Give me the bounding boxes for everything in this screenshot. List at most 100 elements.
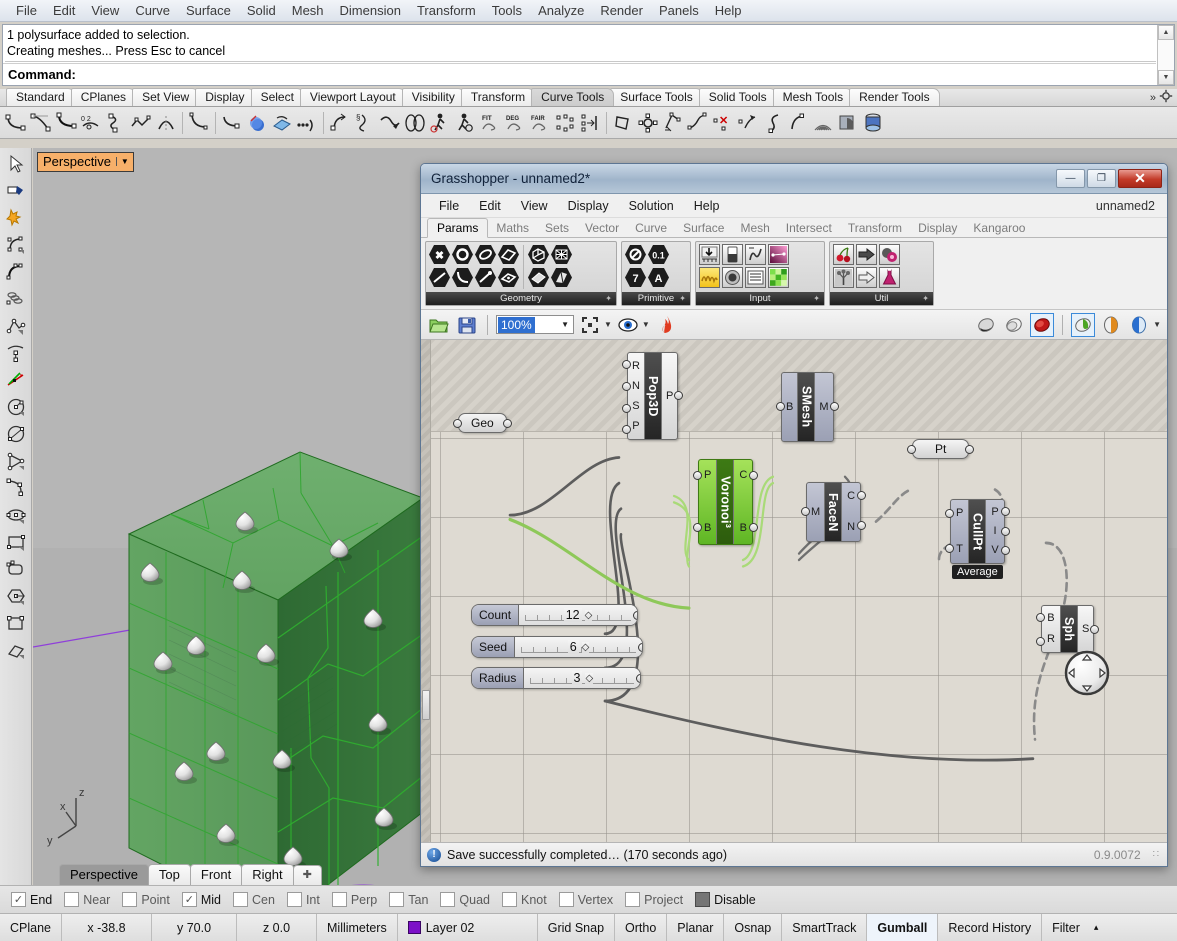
comp-group-expand-icon[interactable]: ✦ [605,294,612,303]
preview-eye-icon[interactable] [616,313,640,337]
close-button[interactable]: ✕ [1118,169,1162,188]
green-preview-icon[interactable] [1071,313,1095,337]
curve-corner-icon[interactable] [4,111,28,135]
gh-menu-item-help[interactable]: Help [684,197,730,215]
input-boolean-toggle-icon[interactable] [722,244,743,265]
osnap-vertex[interactable]: Vertex [554,892,618,907]
osnap-cen[interactable]: Cen [228,892,280,907]
component-smesh-body[interactable]: B SMesh M [781,372,834,442]
param-line-icon[interactable] [429,267,450,288]
gh-menu-item-solution[interactable]: Solution [619,197,684,215]
gh-category-tab-intersect[interactable]: Intersect [778,219,840,237]
grasshopper-canvas[interactable]: Geo Pt R N S P Pop3D P [421,340,1167,842]
param-plane-icon[interactable] [498,267,519,288]
viewport-tab-perspective[interactable]: Perspective [59,864,149,885]
gh-category-tab-kangaroo[interactable]: Kangaroo [965,219,1033,237]
slider-count-output-grip[interactable] [633,611,638,620]
gh-menu-item-edit[interactable]: Edit [469,197,511,215]
gh-category-tab-curve[interactable]: Curve [627,219,675,237]
command-scrollbar[interactable]: ▲ ▼ [1157,25,1174,85]
util-arrow-right-outline-icon[interactable] [856,267,877,288]
chevron-down-icon[interactable]: ▼ [642,320,650,329]
curve-loft-icon[interactable] [403,111,427,135]
component-facen[interactable]: M FaceN C N [806,482,861,542]
status-toggle-ortho[interactable]: Ortho [615,914,667,941]
toolbar-overflow-label[interactable]: » [1150,92,1156,104]
menu-item-view[interactable]: View [83,1,127,20]
param-mesh-icon[interactable] [551,244,572,265]
curve-boolean-icon[interactable] [661,111,685,135]
grasshopper-window[interactable]: Grasshopper - unnamed2* — ❐ ✕ FileEditVi… [420,163,1168,867]
surface-extrude-icon[interactable] [1,636,31,663]
chevron-down-icon[interactable]: ▼ [1153,320,1161,329]
menu-item-solid[interactable]: Solid [239,1,284,20]
status-filter-caret-icon[interactable]: ▴ [1090,914,1103,941]
status-layer[interactable]: Layer 02 [398,914,538,941]
zoom-level-value[interactable]: 100% [498,317,535,333]
slider-seed-knob[interactable]: ◇ [582,642,590,653]
gh-menu-item-view[interactable]: View [511,197,558,215]
menu-item-file[interactable]: File [8,1,45,20]
osnap-mid[interactable]: ✓Mid [177,892,226,907]
viewport-tab-top[interactable]: Top [148,864,191,885]
input-gradient-icon[interactable] [768,244,789,265]
osnap-checkbox-cen[interactable] [233,892,248,907]
osnap-checkbox-int[interactable] [287,892,302,907]
curve-fillet-icon[interactable] [220,111,244,135]
param-vector-icon[interactable] [475,267,496,288]
input-colour-picker-icon[interactable] [768,267,789,288]
comp-group-expand-icon[interactable]: ✦ [679,294,686,303]
param-geo-pill[interactable]: Geo [458,413,507,433]
param-pt-pill[interactable]: Pt [912,439,969,459]
viewport-tab-right[interactable]: Right [241,864,293,885]
component-pop3d[interactable]: R N S P Pop3D P [627,352,678,440]
slider-count-knob[interactable]: ◇ [585,610,593,621]
red-preview-icon[interactable] [1030,313,1054,337]
osnap-checkbox-disable[interactable] [695,892,710,907]
ellipse-icon[interactable] [1,501,31,528]
input-panel-icon[interactable] [745,267,766,288]
save-file-icon[interactable] [455,313,479,337]
input-graph-mapper-icon[interactable] [699,267,720,288]
chevron-down-icon[interactable]: ▼ [561,320,569,329]
port-grip-b[interactable] [1036,613,1045,622]
port-grip-s[interactable] [622,404,631,413]
scroll-up-icon[interactable]: ▲ [1158,25,1174,40]
util-data-tree-icon[interactable] [833,267,854,288]
menu-item-analyze[interactable]: Analyze [530,1,592,20]
status-toggle-smarttrack[interactable]: SmartTrack [782,914,867,941]
menu-item-tools[interactable]: Tools [484,1,530,20]
viewport-title-dropdown[interactable]: Perspective ▼ [37,152,134,172]
component-sph[interactable]: B R Sph S [1041,605,1094,653]
param-pt[interactable]: Pt [912,439,969,459]
slider-seed-track[interactable]: 6 ◇ [515,637,642,657]
zoom-extents-icon[interactable] [578,313,602,337]
toolbar-options-icon[interactable] [1159,89,1173,106]
polyline2-icon[interactable] [1,312,31,339]
extract-isocurve-icon[interactable] [245,111,269,135]
osnap-perp[interactable]: Perp [327,892,382,907]
osnap-checkbox-end[interactable]: ✓ [11,892,26,907]
scroll-down-icon[interactable]: ▼ [1158,70,1174,85]
toolbar-tab-visibility[interactable]: Visibility [402,88,465,106]
component-facen-body[interactable]: M FaceN C N [806,482,861,542]
slider-seed[interactable]: Seed 6 ◇ [471,636,643,658]
curve-fair-icon[interactable]: FAIR [528,111,552,135]
toolbar-tab-render-tools[interactable]: Render Tools [849,88,940,106]
explode-icon[interactable] [1,204,31,231]
toolbar-tab-viewport-layout[interactable]: Viewport Layout [300,88,406,106]
param-pt-input-grip[interactable] [907,445,916,454]
osnap-checkbox-mid[interactable]: ✓ [182,892,197,907]
port-grip-r[interactable] [622,360,631,369]
osnap-checkbox-tan[interactable] [389,892,404,907]
param-surface-icon[interactable] [498,244,519,265]
osnap-disable[interactable]: Disable [690,892,761,907]
menu-item-edit[interactable]: Edit [45,1,83,20]
gh-category-tab-maths[interactable]: Maths [488,219,537,237]
port-grip-p[interactable] [945,509,954,518]
util-cluster-icon[interactable] [879,244,900,265]
curve-walk-icon[interactable] [428,111,452,135]
osnap-quad[interactable]: Quad [435,892,495,907]
toolbar-tab-set-view[interactable]: Set View [132,88,199,106]
toolbar-tab-transform[interactable]: Transform [461,88,535,106]
